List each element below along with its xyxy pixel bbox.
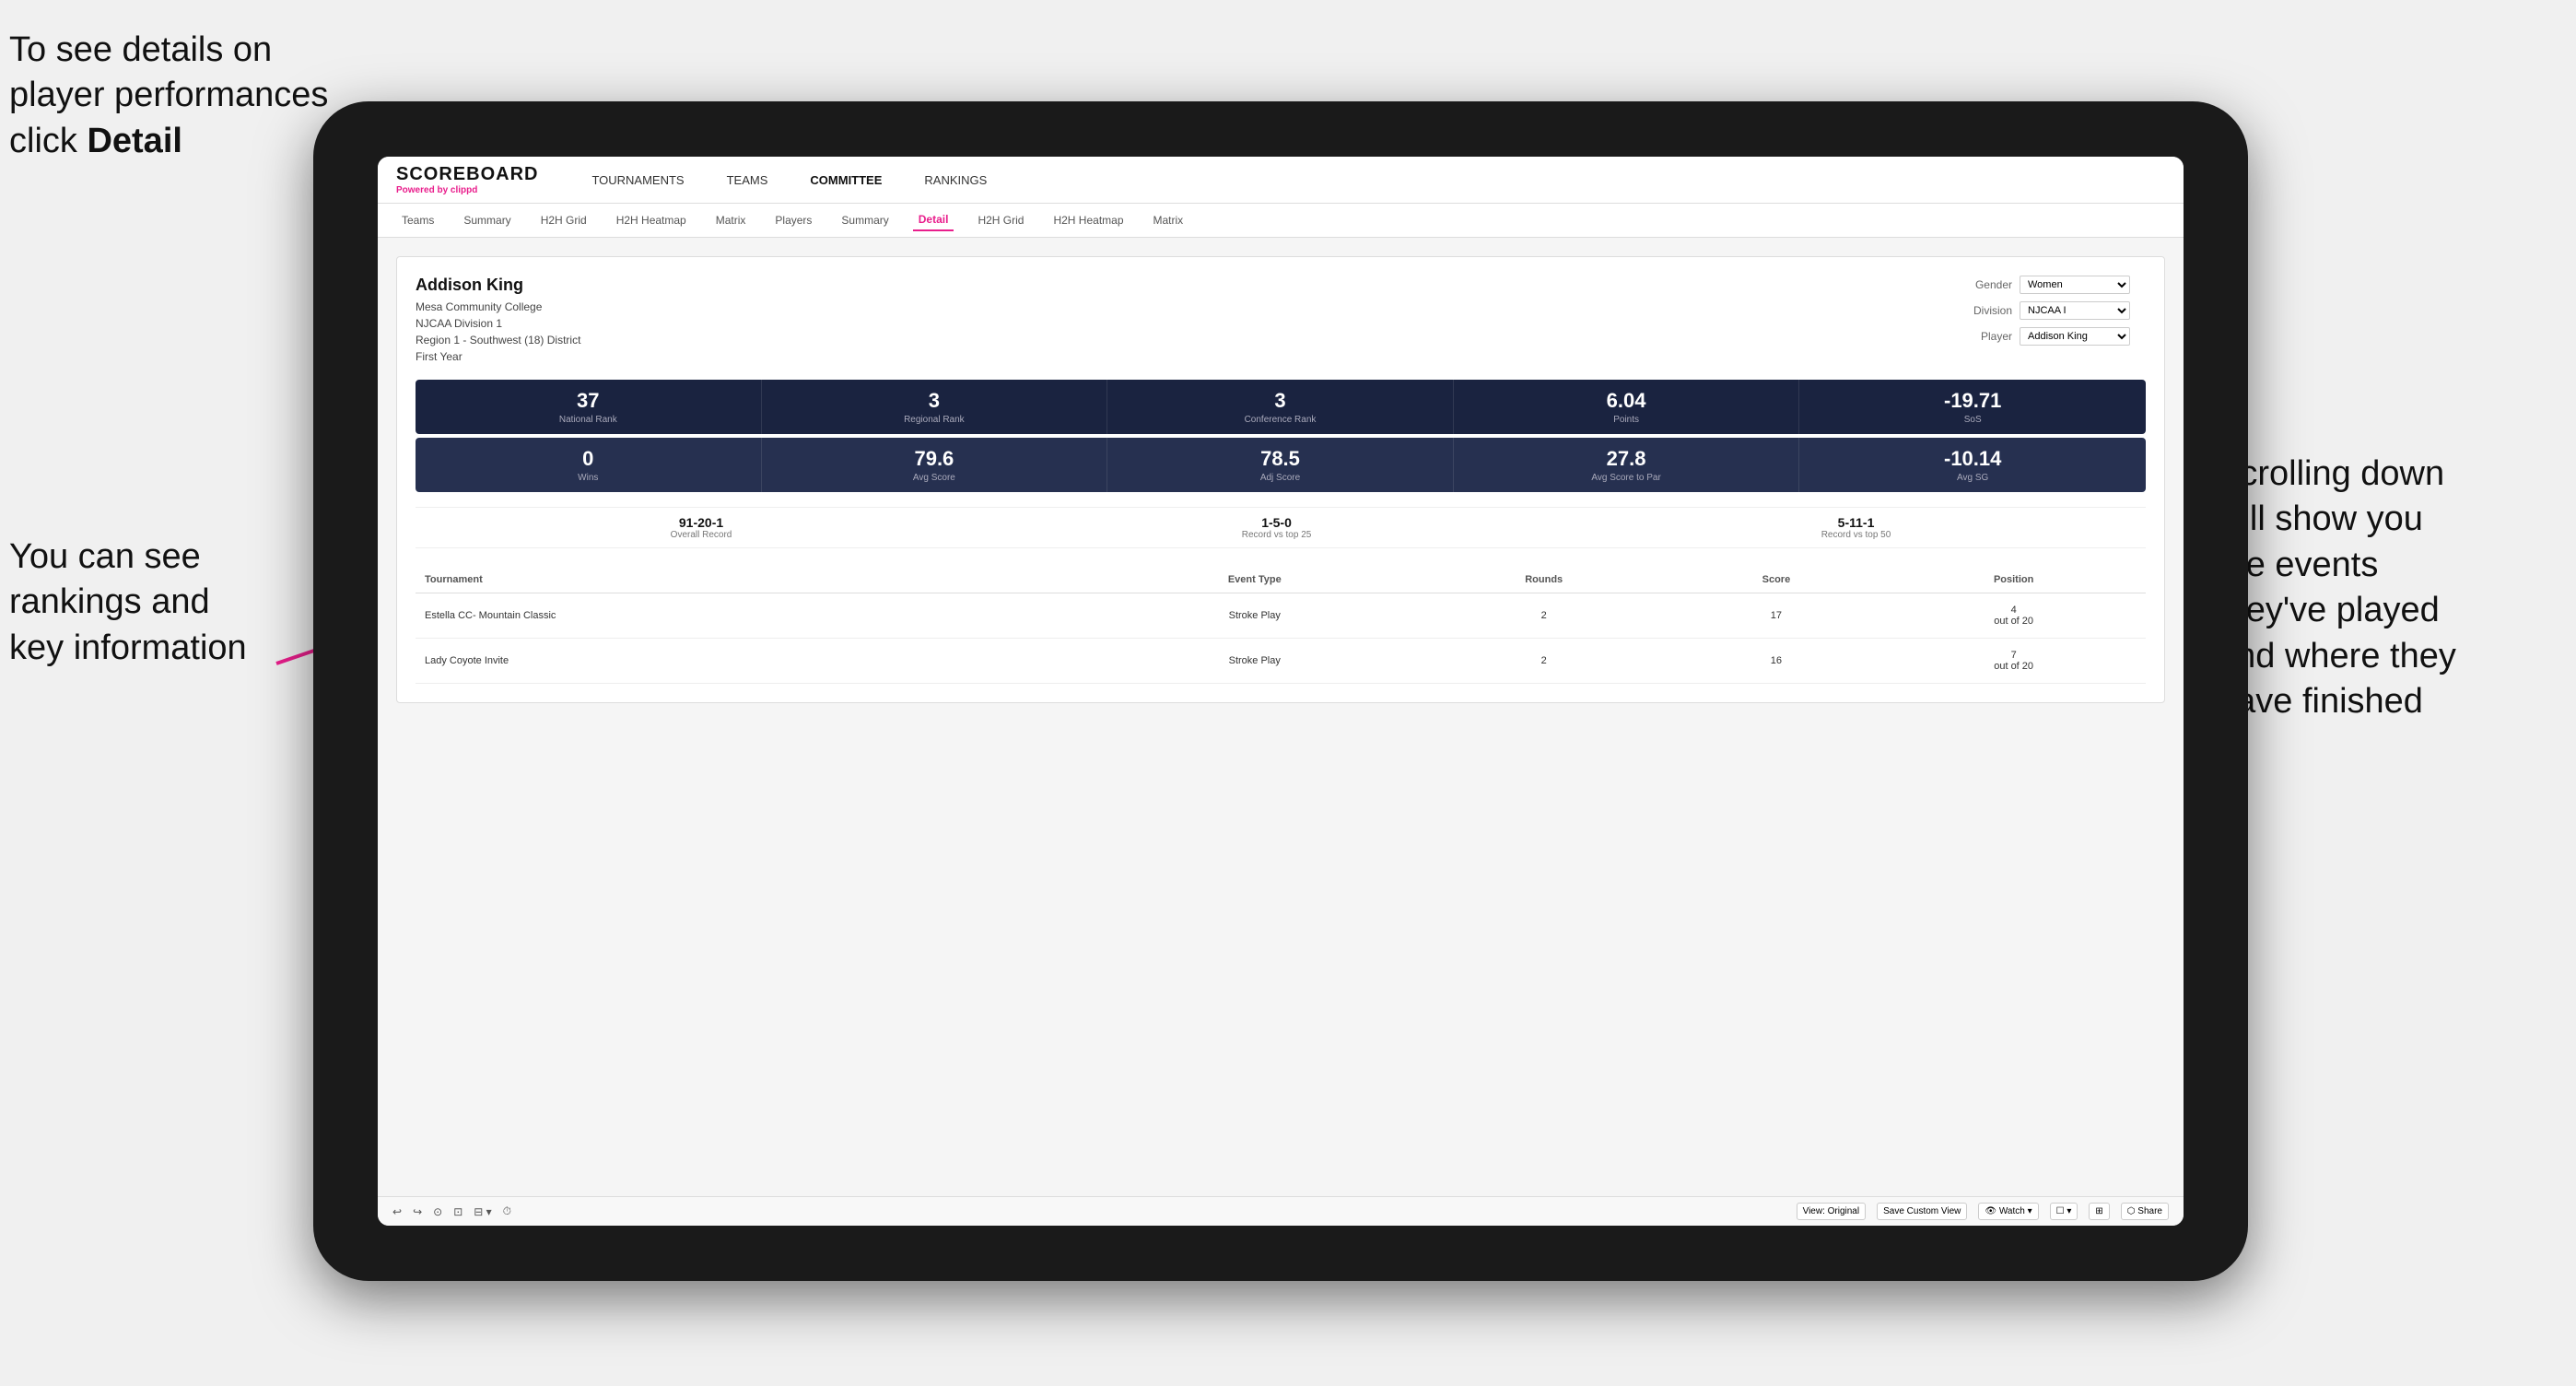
player-region: Region 1 - Southwest (18) District — [416, 332, 580, 348]
annotation-top-left: To see details on player performances cl… — [9, 28, 328, 164]
nav-rankings[interactable]: RANKINGS — [917, 170, 994, 191]
save-custom-view-label: Save Custom View — [1883, 1206, 1961, 1216]
player-controls: Gender Women Division NJCAA I — [1961, 276, 2146, 365]
nav-teams[interactable]: TEAMS — [720, 170, 776, 191]
cell-event-type-1: Stroke Play — [1093, 593, 1417, 639]
record-top25: 1-5-0 Record vs top 25 — [1242, 515, 1312, 540]
clock-icon[interactable]: ⏱ — [503, 1204, 511, 1218]
share-btn[interactable]: ⬡ Share — [2121, 1203, 2169, 1220]
screen-btn[interactable]: ☐ ▾ — [2050, 1203, 2078, 1220]
table-header: Tournament Event Type Rounds Score Posit… — [416, 567, 2146, 593]
player-college: Mesa Community College — [416, 299, 580, 315]
watch-label: 👁 Watch ▾ — [1985, 1206, 2032, 1216]
player-division: NJCAA Division 1 — [416, 315, 580, 332]
stat-avg-score-to-par: 27.8 Avg Score to Par — [1454, 438, 1800, 492]
subnav-matrix[interactable]: Matrix — [710, 210, 752, 230]
bottom-toolbar: ↩ ↪ ⊙ ⊡ ⊟ ▾ ⏱ View: Original Save Custom… — [378, 1196, 2184, 1226]
cell-tournament-1: Estella CC- Mountain Classic — [416, 593, 1093, 639]
division-control: Division NJCAA I — [1961, 301, 2146, 320]
fit-icon[interactable]: ⊡ — [453, 1205, 463, 1218]
tournament-table: Tournament Event Type Rounds Score Posit… — [416, 567, 2146, 684]
player-label: Player — [1961, 330, 2012, 343]
gender-control: Gender Women — [1961, 276, 2146, 294]
subnav-matrix2[interactable]: Matrix — [1148, 210, 1189, 230]
undo-icon[interactable]: ↩ — [392, 1205, 402, 1218]
view-original-btn[interactable]: View: Original — [1797, 1203, 1867, 1220]
cell-position-1: 4 out of 20 — [1881, 593, 2146, 639]
tablet-screen: SCOREBOARD Powered by clippd TOURNAMENTS… — [378, 157, 2184, 1226]
annotation-right: Scrolling down will show you the events … — [2217, 452, 2567, 724]
cell-rounds-1: 2 — [1417, 593, 1671, 639]
redo-icon[interactable]: ↪ — [413, 1205, 422, 1218]
table-row: Lady Coyote Invite Stroke Play 2 16 7 ou… — [416, 639, 2146, 684]
nav-tournaments[interactable]: TOURNAMENTS — [584, 170, 691, 191]
col-position: Position — [1881, 567, 2146, 593]
share-label: ⬡ Share — [2127, 1206, 2162, 1216]
stat-conference-rank: 3 Conference Rank — [1107, 380, 1454, 434]
subnav-detail[interactable]: Detail — [913, 209, 954, 231]
stat-national-rank: 37 National Rank — [416, 380, 762, 434]
content-panel: Addison King Mesa Community College NJCA… — [396, 256, 2165, 703]
player-name: Addison King — [416, 276, 580, 295]
stat-regional-rank: 3 Regional Rank — [762, 380, 1108, 434]
cell-score-2: 16 — [1671, 639, 1882, 684]
top-nav: SCOREBOARD Powered by clippd TOURNAMENTS… — [378, 157, 2184, 204]
tablet-frame: SCOREBOARD Powered by clippd TOURNAMENTS… — [313, 101, 2248, 1281]
view-original-label: View: Original — [1803, 1206, 1860, 1216]
subnav-h2h-grid[interactable]: H2H Grid — [535, 210, 592, 230]
subnav-h2h-grid2[interactable]: H2H Grid — [972, 210, 1029, 230]
cell-position-2: 7 out of 20 — [1881, 639, 2146, 684]
subnav-summary[interactable]: Summary — [458, 210, 516, 230]
subnav-h2h-heatmap2[interactable]: H2H Heatmap — [1048, 210, 1129, 230]
cell-score-1: 17 — [1671, 593, 1882, 639]
sub-nav: Teams Summary H2H Grid H2H Heatmap Matri… — [378, 204, 2184, 238]
refresh-icon[interactable]: ⊙ — [433, 1205, 442, 1218]
stat-sos: -19.71 SoS — [1799, 380, 2146, 434]
col-score: Score — [1671, 567, 1882, 593]
player-header: Addison King Mesa Community College NJCA… — [416, 276, 2146, 365]
subnav-summary2[interactable]: Summary — [836, 210, 894, 230]
record-top50: 5-11-1 Record vs top 50 — [1821, 515, 1891, 540]
zoom-icon[interactable]: ⊟ ▾ — [474, 1205, 491, 1218]
grid-label: ⊞ — [2095, 1206, 2102, 1216]
division-label: Division — [1961, 304, 2012, 317]
main-content[interactable]: Addison King Mesa Community College NJCA… — [378, 238, 2184, 1196]
cell-rounds-2: 2 — [1417, 639, 1671, 684]
division-select[interactable]: NJCAA I — [2020, 301, 2130, 320]
grid-btn[interactable]: ⊞ — [2089, 1203, 2109, 1220]
records-row: 91-20-1 Overall Record 1-5-0 Record vs t… — [416, 507, 2146, 548]
subnav-players[interactable]: Players — [769, 210, 817, 230]
subnav-h2h-heatmap[interactable]: H2H Heatmap — [611, 210, 692, 230]
stat-points: 6.04 Points — [1454, 380, 1800, 434]
subnav-teams[interactable]: Teams — [396, 210, 439, 230]
col-event-type: Event Type — [1093, 567, 1417, 593]
nav-committee[interactable]: COMMITTEE — [802, 170, 889, 191]
record-overall: 91-20-1 Overall Record — [671, 515, 732, 540]
player-control: Player Addison King — [1961, 327, 2146, 346]
player-select[interactable]: Addison King — [2020, 327, 2130, 346]
annotation-bottom-left: You can see rankings and key information — [9, 534, 247, 671]
player-info: Addison King Mesa Community College NJCA… — [416, 276, 580, 365]
stat-wins: 0 Wins — [416, 438, 762, 492]
logo-area: SCOREBOARD Powered by clippd — [396, 164, 538, 195]
gender-select[interactable]: Women — [2020, 276, 2130, 294]
table-body: Estella CC- Mountain Classic Stroke Play… — [416, 593, 2146, 684]
stat-avg-score: 79.6 Avg Score — [762, 438, 1108, 492]
gender-label: Gender — [1961, 278, 2012, 291]
stats-row1: 37 National Rank 3 Regional Rank 3 Confe… — [416, 380, 2146, 434]
watch-btn[interactable]: 👁 Watch ▾ — [1978, 1203, 2038, 1220]
screen-label: ☐ ▾ — [2056, 1206, 2072, 1216]
stat-avg-sg: -10.14 Avg SG — [1799, 438, 2146, 492]
save-custom-view-btn[interactable]: Save Custom View — [1877, 1203, 1967, 1220]
table-row: Estella CC- Mountain Classic Stroke Play… — [416, 593, 2146, 639]
logo-powered: Powered by clippd — [396, 185, 538, 195]
logo-scoreboard: SCOREBOARD — [396, 164, 538, 185]
col-tournament: Tournament — [416, 567, 1093, 593]
player-year: First Year — [416, 348, 580, 365]
col-rounds: Rounds — [1417, 567, 1671, 593]
cell-event-type-2: Stroke Play — [1093, 639, 1417, 684]
cell-tournament-2: Lady Coyote Invite — [416, 639, 1093, 684]
stat-adj-score: 78.5 Adj Score — [1107, 438, 1454, 492]
stats-row2: 0 Wins 79.6 Avg Score 78.5 Adj Score 27.… — [416, 438, 2146, 492]
